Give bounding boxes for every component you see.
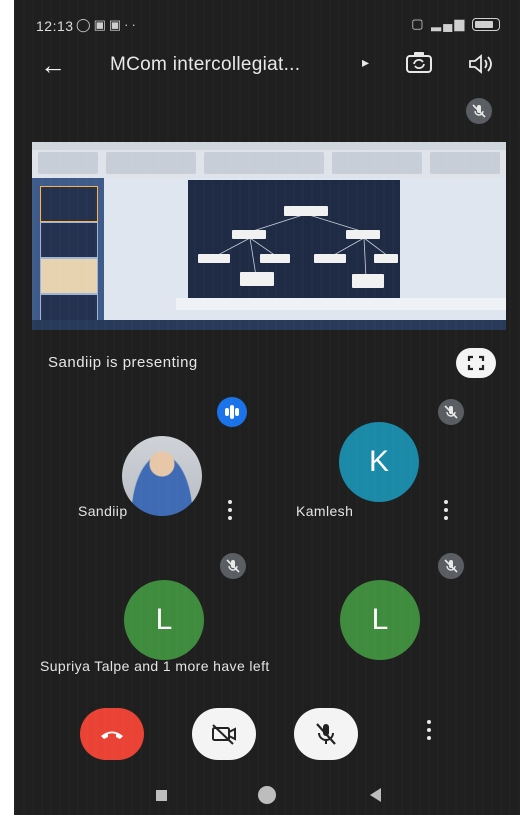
- status-time: 12:13: [36, 18, 74, 34]
- switch-camera-icon[interactable]: [404, 50, 434, 76]
- mic-off-icon: [438, 399, 464, 425]
- recents-icon[interactable]: [156, 790, 167, 801]
- presenting-status: Sandiip is presenting: [48, 354, 198, 371]
- participant-name: Kamlesh: [296, 503, 354, 519]
- system-nav-bar: [14, 772, 520, 815]
- meet-call-screen: 12:13 ◯▣▣·· ▢ ▂▄▆ ← MCom intercollegiat.…: [14, 0, 520, 815]
- diagram-node: [240, 272, 274, 286]
- nav-back-icon[interactable]: [370, 788, 381, 802]
- camera-off-icon: [212, 724, 236, 745]
- end-call-icon: [101, 731, 123, 739]
- signal-icon: ▂▄▆: [431, 16, 467, 31]
- mic-toggle-button[interactable]: [294, 708, 358, 760]
- home-icon[interactable]: [258, 786, 276, 804]
- slide-thumbnails: [32, 178, 104, 330]
- current-slide: [188, 180, 400, 306]
- diagram-node: [260, 254, 290, 263]
- more-vert-icon[interactable]: [223, 498, 237, 522]
- battery-icon: [472, 18, 500, 32]
- presenter-mic-off-icon: [466, 98, 492, 124]
- system-icons: ▢ ▂▄▆: [411, 16, 500, 32]
- speaking-indicator-icon: [217, 397, 247, 427]
- diagram-node: [314, 254, 346, 263]
- mic-off-icon: [316, 723, 336, 745]
- more-vert-icon[interactable]: [422, 718, 436, 742]
- participant-name: Sandiip: [78, 503, 128, 519]
- photo-icon: ▣: [93, 17, 109, 32]
- avatar: L: [340, 580, 420, 660]
- participants-left-notice: Supriya Talpe and 1 more have left: [40, 658, 270, 674]
- speaker-icon[interactable]: [466, 52, 496, 76]
- sim-icon: ▢: [411, 16, 426, 31]
- more-vert-icon[interactable]: [439, 498, 453, 522]
- diagram-node: [352, 274, 384, 288]
- camera-toggle-button[interactable]: [192, 708, 256, 760]
- chevron-right-icon[interactable]: ▸: [362, 54, 369, 71]
- back-arrow-icon[interactable]: ←: [40, 50, 66, 81]
- mic-off-icon: [438, 553, 464, 579]
- photo-icon: ▣: [108, 17, 125, 32]
- notification-icons: ◯▣▣··: [76, 17, 139, 33]
- mic-off-icon: [220, 553, 246, 579]
- top-bar: ← MCom intercollegiat... ▸: [14, 44, 520, 84]
- shared-screen[interactable]: [32, 142, 506, 330]
- avatar: L: [124, 580, 204, 660]
- status-bar: 12:13 ◯▣▣·· ▢ ▂▄▆: [14, 6, 520, 40]
- ribbon-toolbar: [32, 142, 506, 178]
- fullscreen-icon: [467, 355, 485, 371]
- end-call-button[interactable]: [80, 708, 144, 760]
- diagram-node: [346, 230, 380, 239]
- taskbar: [32, 320, 506, 330]
- meeting-title[interactable]: MCom intercollegiat...: [110, 54, 300, 76]
- more-icon: ··: [124, 17, 139, 32]
- diagram-node: [284, 206, 328, 216]
- diagram-node: [198, 254, 230, 263]
- message-icon: ◯: [76, 17, 94, 32]
- diagram-node: [232, 230, 266, 239]
- avatar: [122, 436, 202, 516]
- diagram-node: [374, 254, 398, 263]
- fullscreen-button[interactable]: [456, 348, 496, 378]
- avatar: K: [339, 422, 419, 502]
